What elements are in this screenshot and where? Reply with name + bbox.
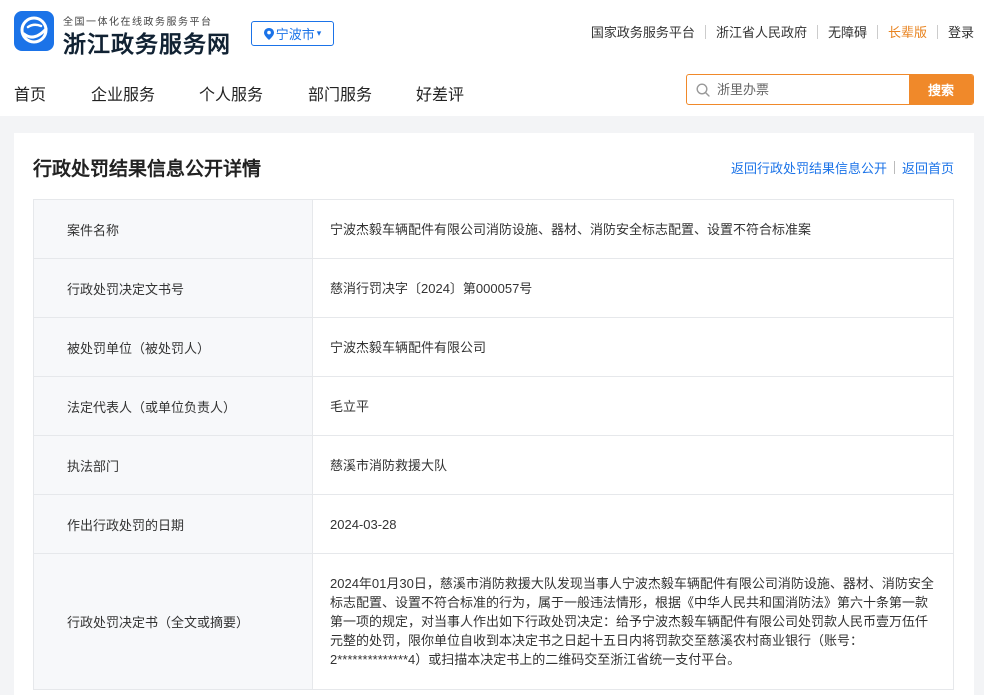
field-label: 案件名称 xyxy=(33,199,313,259)
table-row: 被处罚单位（被处罚人） 宁波杰毅车辆配件有限公司 xyxy=(33,317,954,377)
link-elder-mode[interactable]: 长辈版 xyxy=(888,22,927,41)
site-logo-icon[interactable] xyxy=(14,11,54,51)
search-button[interactable]: 搜索 xyxy=(909,75,973,104)
table-row: 作出行政处罚的日期 2024-03-28 xyxy=(33,494,954,554)
brand-title[interactable]: 浙江政务服务网 xyxy=(63,25,231,59)
field-value: 宁波杰毅车辆配件有限公司 xyxy=(312,317,954,377)
field-label: 作出行政处罚的日期 xyxy=(33,494,313,554)
link-national-platform[interactable]: 国家政务服务平台 xyxy=(591,22,695,41)
nav-item-personal[interactable]: 个人服务 xyxy=(199,81,263,105)
nav-item-home[interactable]: 首页 xyxy=(14,81,46,105)
search-icon xyxy=(696,83,710,97)
divider xyxy=(704,24,706,39)
detail-card: 行政处罚结果信息公开详情 返回行政处罚结果信息公开 返回首页 案件名称 宁波杰毅… xyxy=(14,133,974,695)
table-row: 法定代表人（或单位负责人） 毛立平 xyxy=(33,376,954,436)
field-value: 慈溪市消防救援大队 xyxy=(312,435,954,495)
link-accessibility[interactable]: 无障碍 xyxy=(828,22,867,41)
field-value: 毛立平 xyxy=(312,376,954,436)
divider xyxy=(893,161,895,174)
search-box: 搜索 xyxy=(686,74,974,105)
chevron-down-icon: ▾ xyxy=(316,28,322,38)
card-links: 返回行政处罚结果信息公开 返回首页 xyxy=(731,158,954,177)
divider xyxy=(876,24,878,39)
divider xyxy=(816,24,818,39)
page-title: 行政处罚结果信息公开详情 xyxy=(33,159,262,180)
detail-table: 案件名称 宁波杰毅车辆配件有限公司消防设施、器材、消防安全标志配置、设置不符合标… xyxy=(33,199,954,690)
field-label: 法定代表人（或单位负责人） xyxy=(33,376,313,436)
top-links: 国家政务服务平台 浙江省人民政府 无障碍 长辈版 登录 xyxy=(591,22,974,41)
field-value: 宁波杰毅车辆配件有限公司消防设施、器材、消防安全标志配置、设置不符合标准案 xyxy=(312,199,954,259)
back-to-list-link[interactable]: 返回行政处罚结果信息公开 xyxy=(731,158,887,177)
nav-item-enterprise[interactable]: 企业服务 xyxy=(91,81,155,105)
location-pin-icon xyxy=(263,27,274,40)
nav-item-evaluation[interactable]: 好差评 xyxy=(416,81,464,105)
field-value: 2024年01月30日，慈溪市消防救援大队发现当事人宁波杰毅车辆配件有限公司消防… xyxy=(312,553,954,690)
field-label: 行政处罚决定书（全文或摘要） xyxy=(33,553,313,690)
field-value: 2024-03-28 xyxy=(312,494,954,554)
field-label: 执法部门 xyxy=(33,435,313,495)
field-label: 行政处罚决定文书号 xyxy=(33,258,313,318)
city-name: 宁波市 xyxy=(275,27,315,42)
table-row: 行政处罚决定书（全文或摘要） 2024年01月30日，慈溪市消防救援大队发现当事… xyxy=(33,553,954,690)
field-label: 被处罚单位（被处罚人） xyxy=(33,317,313,377)
table-row: 案件名称 宁波杰毅车辆配件有限公司消防设施、器材、消防安全标志配置、设置不符合标… xyxy=(33,199,954,259)
search-input[interactable] xyxy=(717,75,907,104)
nav-item-department[interactable]: 部门服务 xyxy=(308,81,372,105)
table-row: 行政处罚决定文书号 慈消行罚决字〔2024〕第000057号 xyxy=(33,258,954,318)
table-row: 执法部门 慈溪市消防救援大队 xyxy=(33,435,954,495)
field-value: 慈消行罚决字〔2024〕第000057号 xyxy=(312,258,954,318)
back-home-link[interactable]: 返回首页 xyxy=(902,158,954,177)
login-link[interactable]: 登录 xyxy=(948,22,974,41)
top-header: 全国一体化在线政务服务平台 浙江政务服务网 宁波市 ▾ 国家政务服务平台 浙江省… xyxy=(0,0,984,64)
city-selector[interactable]: 宁波市 ▾ xyxy=(251,21,334,46)
link-provincial-government[interactable]: 浙江省人民政府 xyxy=(716,22,807,41)
divider xyxy=(936,24,938,39)
